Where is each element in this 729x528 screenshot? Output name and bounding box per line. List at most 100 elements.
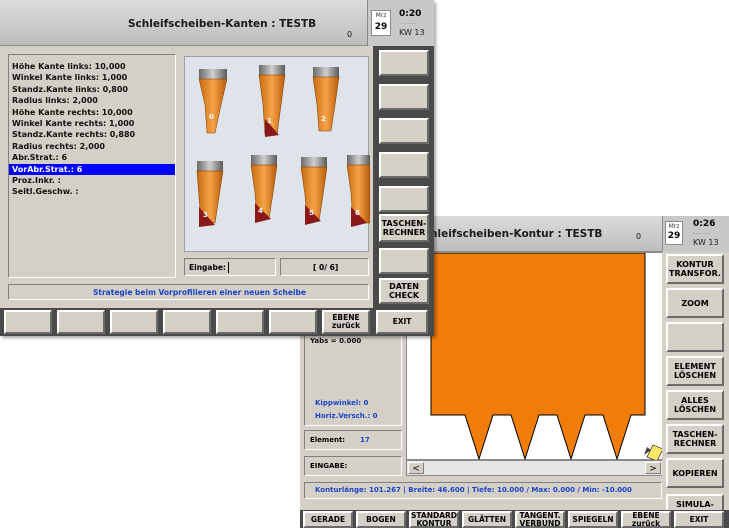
yabs-value: Yabs = 0.000: [310, 337, 362, 345]
empty-side-button[interactable]: [666, 322, 724, 352]
edges-title-counter: 0: [347, 30, 353, 39]
contour-window-title: hleifscheiben-Kontur : TESTB: [430, 228, 603, 240]
wheel-label-6: 6: [355, 209, 360, 217]
page-indicator-field: [ 0/ 6]: [280, 258, 369, 276]
edges-eingabe-field[interactable]: Eingabe:: [184, 258, 276, 276]
edges-title-bar: Schleifscheiben-Kanten : TESTB 0: [0, 0, 367, 46]
input-caret: [228, 262, 229, 273]
side-button-4[interactable]: [379, 152, 429, 178]
param-abr-strat[interactable]: Abr.Strat.: 6: [9, 152, 175, 163]
exit-button[interactable]: EXIT: [376, 310, 428, 334]
parameter-lines: Höhe Kante links: 10,000 Winkel Kante li…: [9, 61, 175, 198]
param-standz-kante-rechts[interactable]: Standz.Kante rechts: 0,880: [9, 129, 175, 140]
wheel-label-4: 4: [258, 207, 263, 215]
edges-function-bar: EBENE zurück EXIT: [0, 308, 434, 336]
eingabe-panel: EINGABE:: [304, 456, 402, 476]
clock-dots: ......: [693, 229, 711, 236]
param-seitl-geschw[interactable]: Seitl.Geschw. :: [9, 186, 175, 197]
calendar-icon: Mrz 29: [371, 10, 391, 36]
function-key-6[interactable]: [269, 310, 317, 334]
zoom-button[interactable]: ZOOM: [666, 288, 724, 318]
edges-status-text: Strategie beim Vorprofilieren einer neue…: [93, 288, 306, 297]
grinding-wheel-contour: [430, 253, 646, 461]
strategy-wheel-0: [198, 69, 228, 134]
contour-date-area: Mrz 29 0:26 ...... KW 13: [662, 216, 729, 252]
glaetten-button[interactable]: GLÄTTEN: [462, 511, 512, 528]
taschenrechner-button[interactable]: TASCHEN- RECHNER: [379, 214, 429, 242]
calendar-week: KW 13: [399, 28, 425, 37]
side-button-5[interactable]: [379, 186, 429, 212]
grinding-strategy-illustration: [196, 65, 370, 227]
calendar-day: 29: [374, 22, 388, 32]
calendar-week: KW 13: [693, 238, 719, 247]
strategy-wheel-4: [250, 155, 278, 223]
contour-status-text: Konturlänge: 101.267 | Breite: 46.600 | …: [315, 486, 632, 494]
side-button-3[interactable]: [379, 118, 429, 144]
side-button-1[interactable]: [379, 50, 429, 76]
kippwinkel-value: Kippwinkel: 0: [315, 399, 369, 407]
wheel-label-3: 3: [203, 211, 208, 219]
contour-drawing: [430, 253, 664, 461]
param-hoehe-kante-rechts[interactable]: Höhe Kante rechts: 10,000: [9, 107, 175, 118]
ebene-zurueck-button[interactable]: EBENE zurück: [322, 310, 370, 334]
param-radius-links[interactable]: Radius links: 2,000: [9, 95, 175, 106]
function-key-2[interactable]: [57, 310, 105, 334]
calendar-day: 29: [667, 231, 681, 241]
contour-title-counter: 0: [636, 232, 642, 241]
parameter-list[interactable]: Höhe Kante links: 10,000 Winkel Kante li…: [8, 54, 176, 278]
clock-dots: ......: [399, 19, 417, 26]
gerade-button[interactable]: GERADE: [303, 511, 353, 528]
spiegeln-button[interactable]: SPIEGELN: [568, 511, 618, 528]
contour-canvas[interactable]: [406, 252, 664, 461]
edges-window: Schleifscheiben-Kanten : TESTB 0 Mrz 29 …: [0, 0, 434, 336]
wheel-label-1: 1: [267, 117, 272, 125]
function-key-4[interactable]: [163, 310, 211, 334]
eingabe-label: EINGABE:: [310, 462, 348, 470]
edges-side-panel: TASCHEN- RECHNER DATEN CHECK: [373, 46, 434, 308]
side-button-2[interactable]: [379, 84, 429, 110]
canvas-scrollbar[interactable]: < >: [406, 460, 663, 476]
function-key-5[interactable]: [216, 310, 264, 334]
function-key-1[interactable]: [4, 310, 52, 334]
wheel-label-5: 5: [309, 209, 314, 217]
bogen-button[interactable]: BOGEN: [356, 511, 406, 528]
strategy-wheel-1: [258, 65, 286, 137]
element-number: 17: [360, 436, 370, 444]
strategy-wheel-3: [196, 161, 224, 227]
clock-time: 0:20: [399, 9, 422, 19]
horiz-versch-value: Horiz.Versch.: 0: [315, 412, 378, 420]
calendar-month: Mrz: [668, 223, 680, 230]
scroll-left-button[interactable]: <: [408, 462, 424, 474]
scroll-right-button[interactable]: >: [645, 462, 661, 474]
edges-eingabe-label: Eingabe:: [189, 263, 226, 272]
daten-check-button[interactable]: DATEN CHECK: [379, 278, 429, 304]
param-standz-kante-links[interactable]: Standz.Kante links: 0,800: [9, 84, 175, 95]
param-proz-inkr[interactable]: Proz.Inkr. :: [9, 175, 175, 186]
taschenrechner-button-2[interactable]: TASCHEN- RECHNER: [666, 424, 724, 454]
side-button-7[interactable]: [379, 248, 429, 274]
param-vorabr-strat-selected[interactable]: VorAbr.Strat.: 6: [9, 163, 175, 176]
strategy-wheel-2: [312, 67, 340, 132]
wheel-label-0: 0: [209, 113, 214, 121]
function-key-3[interactable]: [110, 310, 158, 334]
element-loeschen-button[interactable]: ELEMENT LÖSCHEN: [666, 356, 724, 386]
standard-kontur-button[interactable]: STANDARD KONTUR: [409, 511, 459, 528]
param-hoehe-kante-links[interactable]: Höhe Kante links: 10,000: [9, 61, 175, 72]
param-winkel-kante-rechts[interactable]: Winkel Kante rechts: 1,000: [9, 118, 175, 129]
exit-button-2[interactable]: EXIT: [674, 511, 724, 528]
strategy-image-panel: 0 1 2 3 4 5 6: [184, 56, 370, 252]
element-panel: Element: 17: [304, 430, 402, 450]
chevron-left-icon: <: [412, 464, 420, 474]
page-indicator: [ 0/ 6]: [313, 263, 339, 272]
kontur-transfor-button[interactable]: KONTUR TRANSFOR.: [666, 254, 724, 284]
edges-date-area: Mrz 29 0:20 ...... KW 13: [367, 0, 434, 46]
tangent-verbund-button[interactable]: TANGENT. VERBUND: [515, 511, 565, 528]
wheel-label-2: 2: [321, 115, 326, 123]
ebene-zurueck-button-2[interactable]: EBENE zurück: [621, 511, 671, 528]
param-winkel-kante-links[interactable]: Winkel Kante links: 1,000: [9, 72, 175, 83]
param-radius-rechts[interactable]: Radius rechts: 2,000: [9, 141, 175, 152]
contour-side-panel: KONTUR TRANSFOR. ZOOM ELEMENT LÖSCHEN AL…: [662, 252, 729, 524]
kopieren-button[interactable]: KOPIEREN: [666, 458, 724, 488]
chevron-right-icon: >: [649, 464, 657, 474]
alles-loeschen-button[interactable]: ALLES LÖSCHEN: [666, 390, 724, 420]
